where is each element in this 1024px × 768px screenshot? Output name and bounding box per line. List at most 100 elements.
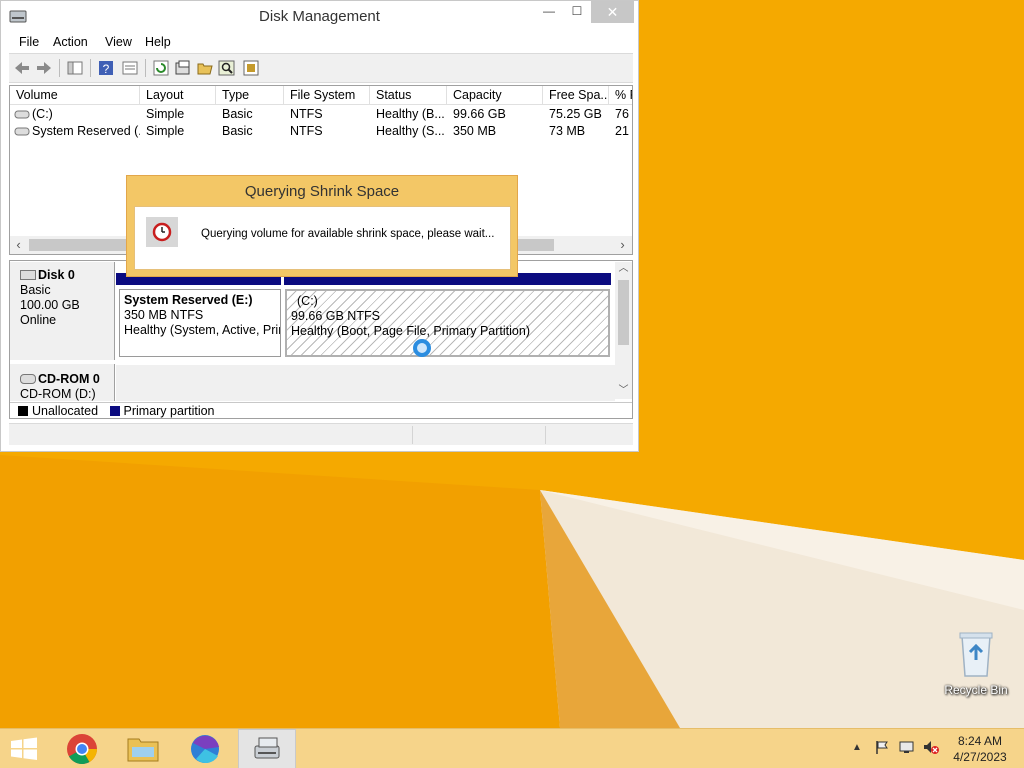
column-header-file-system[interactable]: File System [284, 86, 370, 105]
volume-drive-icon [14, 106, 30, 123]
refresh-icon[interactable] [152, 59, 170, 77]
maximize-button[interactable]: ☐ [563, 1, 591, 23]
cell-status: Healthy (B... [376, 107, 445, 121]
properties-list-icon[interactable] [121, 59, 139, 77]
column-header-type[interactable]: Type [216, 86, 284, 105]
column-header-layout[interactable]: Layout [140, 86, 216, 105]
file-explorer-icon[interactable] [114, 729, 172, 768]
legend: Unallocated Primary partition [10, 402, 632, 418]
windows-logo-icon [11, 737, 37, 760]
disk-management-window: Disk Management — ☐ ✕ File Action View H… [0, 0, 639, 452]
column-header-status[interactable]: Status [370, 86, 447, 105]
disk-0-label[interactable]: Disk 0 Basic 100.00 GB Online [10, 262, 115, 360]
search-icon[interactable] [218, 59, 236, 77]
querying-shrink-dialog: Querying Shrink Space Querying volume fo… [126, 175, 518, 277]
partition-size: 99.66 GB NTFS [291, 309, 380, 323]
minimize-button[interactable]: — [535, 1, 563, 23]
open-folder-icon[interactable] [196, 59, 214, 77]
cell-volume: (C:) [32, 107, 53, 121]
console-tree-icon[interactable] [66, 59, 84, 77]
disk-name: Disk 0 [38, 268, 75, 282]
chrome-icon[interactable] [53, 729, 111, 768]
partition-system-reserved[interactable]: System Reserved (E:) 350 MB NTFS Healthy… [119, 289, 281, 357]
disk-size: 100.00 GB [20, 298, 80, 312]
dialog-message: Querying volume for available shrink spa… [201, 228, 495, 240]
status-segment [545, 426, 546, 444]
cell-free-space: 75.25 GB [549, 107, 602, 121]
table-row[interactable]: (C:) Simple Basic NTFS Healthy (B... 99.… [10, 106, 632, 123]
scroll-right-icon[interactable]: › [614, 236, 631, 254]
cell-capacity: 99.66 GB [453, 107, 506, 121]
vertical-scrollbar[interactable]: ︿ ﹀ [615, 262, 632, 399]
clock-icon [146, 217, 178, 247]
scroll-up-icon[interactable]: ︿ [615, 262, 632, 276]
cell-volume: System Reserved (... [32, 124, 140, 138]
partition-name: System Reserved (E:) [124, 293, 253, 307]
cell-type: Basic [222, 107, 253, 121]
cell-type: Basic [222, 124, 253, 138]
start-button[interactable] [0, 729, 58, 768]
disk-management-icon[interactable] [238, 729, 296, 768]
scroll-down-icon[interactable]: ﹀ [615, 384, 632, 398]
menu-action[interactable]: Action [53, 35, 88, 49]
clock[interactable]: 8:24 AM 4/27/2023 [944, 733, 1016, 765]
action-center-flag-icon[interactable] [874, 739, 890, 758]
toolbar-separator [90, 59, 91, 77]
toolbar: ? [9, 53, 633, 83]
toolbar-separator [145, 59, 146, 77]
disk-map: Disk 0 Basic 100.00 GB Online System Res… [9, 260, 633, 419]
scroll-left-icon[interactable]: ‹ [10, 236, 27, 254]
menu-help[interactable]: Help [145, 35, 171, 49]
forward-arrow-icon[interactable] [35, 59, 53, 77]
status-segment [412, 426, 413, 444]
title-bar[interactable]: Disk Management — ☐ ✕ [1, 1, 638, 31]
legend-swatch-primary [109, 406, 120, 416]
column-header-capacity[interactable]: Capacity [447, 86, 543, 105]
rescan-disks-icon[interactable] [174, 59, 192, 77]
toolbar-separator [59, 59, 60, 77]
legend-swatch-unallocated [18, 406, 28, 416]
column-header-volume[interactable]: Volume [10, 86, 140, 105]
recycle-bin-label: Recycle Bin [944, 683, 1008, 697]
clock-date: 4/27/2023 [953, 750, 1007, 764]
menu-view[interactable]: View [105, 35, 132, 49]
cell-percent-free: 76 [615, 107, 629, 121]
status-bar [9, 423, 633, 445]
column-header-percent-free[interactable]: % F [609, 86, 632, 105]
recycle-bin-icon [959, 632, 993, 677]
legend-label: Unallocated [32, 404, 99, 418]
cell-status: Healthy (S... [376, 124, 445, 138]
volume-muted-icon[interactable] [922, 739, 940, 758]
back-arrow-icon[interactable] [13, 59, 31, 77]
network-icon[interactable] [898, 739, 916, 758]
scrollbar-thumb[interactable] [618, 280, 629, 345]
cell-file-system: NTFS [290, 124, 323, 138]
cell-layout: Simple [146, 124, 185, 138]
taskbar: ▲ 8:24 AM 4/27/2023 [0, 728, 1024, 768]
busy-cursor-icon [413, 339, 431, 357]
disk-type: Basic [20, 283, 51, 297]
cell-layout: Simple [146, 107, 185, 121]
volume-list-header: Volume Layout Type File System Status Ca… [10, 86, 632, 105]
dialog-title: Querying Shrink Space [244, 183, 400, 200]
table-row[interactable]: System Reserved (... Simple Basic NTFS H… [10, 123, 632, 140]
edge-icon[interactable] [176, 729, 234, 768]
settings-icon[interactable] [242, 59, 260, 77]
column-header-free-space[interactable]: Free Spa... [543, 86, 609, 105]
menu-file[interactable]: File [19, 35, 39, 49]
cd-rom-icon [20, 374, 36, 384]
close-button[interactable]: ✕ [591, 1, 634, 23]
help-icon[interactable]: ? [97, 59, 115, 77]
partition-c[interactable]: (C:) 99.66 GB NTFS Healthy (Boot, Page F… [285, 289, 610, 357]
show-hidden-icons-icon[interactable]: ▲ [852, 742, 862, 753]
legend-label: Primary partition [123, 404, 215, 418]
recycle-bin[interactable]: Recycle Bin [942, 630, 1010, 697]
svg-text:?: ? [103, 62, 110, 76]
partition-name: (C:) [297, 294, 318, 308]
dialog-body: Querying volume for available shrink spa… [134, 206, 511, 270]
clock-time: 8:24 AM [957, 734, 1003, 748]
cdrom-0-label[interactable]: CD-ROM 0 CD-ROM (D:) [10, 364, 115, 401]
cdrom-0-area [116, 365, 615, 401]
menu-bar: File Action View Help [9, 32, 633, 53]
cell-free-space: 73 MB [549, 124, 586, 138]
